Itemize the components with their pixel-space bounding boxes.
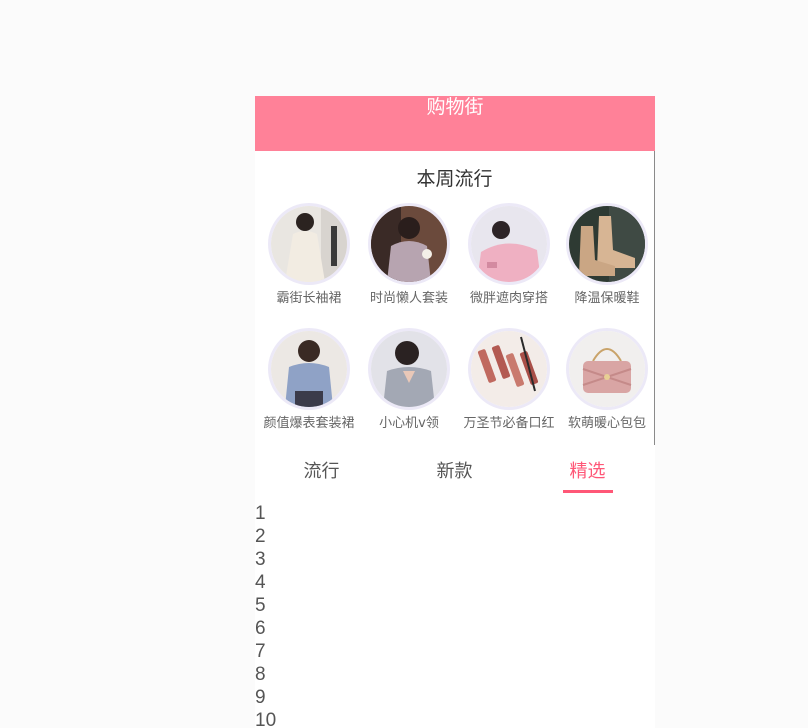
tab-active-indicator <box>563 490 613 493</box>
list-item: 4 <box>255 572 266 593</box>
list-item: 2 <box>255 526 266 547</box>
recommend-item-6[interactable]: 小心机v领 <box>359 331 459 433</box>
nav-bar: 购物街 <box>255 96 655 151</box>
dress-photo-icon <box>271 206 347 282</box>
recommend-item-4[interactable]: 降温保暖鞋 <box>557 206 655 308</box>
recommend-section: 本周流行 霸街长袖裙 时尚懒人套装 微胖遮肉穿搭 降温保暖鞋 颜值爆表套装裙 小… <box>255 151 655 445</box>
list-item: 1 <box>255 503 266 524</box>
recommend-item-2[interactable]: 时尚懒人套装 <box>359 206 459 308</box>
recommend-item-label: 小心机v领 <box>379 416 439 431</box>
recommend-item-label: 软萌暖心包包 <box>567 416 646 431</box>
outfit-photo-icon <box>371 206 447 282</box>
lipstick-photo-icon <box>471 331 547 407</box>
recommend-item-label: 微胖遮肉穿搭 <box>469 291 548 306</box>
recommend-item-5[interactable]: 颜值爆表套装裙 <box>259 331 359 433</box>
recommend-item-label: 颜值爆表套装裙 <box>263 416 355 431</box>
recommend-item-label: 时尚懒人套装 <box>369 291 448 306</box>
vneck-photo-icon <box>371 331 447 407</box>
list-item: 9 <box>255 687 266 708</box>
tab-new[interactable]: 新款 <box>388 459 521 485</box>
recommend-item-7[interactable]: 万圣节必备口红 <box>459 331 559 433</box>
boots-photo-icon <box>569 206 645 282</box>
recommend-item-label: 霸街长袖裙 <box>276 291 342 306</box>
tab-selected[interactable]: 精选 <box>521 459 654 485</box>
list-item: 7 <box>255 641 266 662</box>
nav-title: 购物街 <box>426 96 484 118</box>
content-list: 1 2 3 4 5 6 7 8 9 10 <box>255 502 276 728</box>
list-item: 5 <box>255 595 266 616</box>
handbag-photo-icon <box>569 331 645 407</box>
shirt-dress-photo-icon <box>271 331 347 407</box>
recommend-item-label: 万圣节必备口红 <box>463 416 555 431</box>
list-item: 10 <box>255 710 277 728</box>
tab-control: 流行 新款 精选 <box>255 445 655 505</box>
list-item: 8 <box>255 664 266 685</box>
list-item: 3 <box>255 549 266 570</box>
recommend-title: 本周流行 <box>416 168 493 190</box>
phone-frame: 购物街 本周流行 霸街长袖裙 时尚懒人套装 微胖遮肉穿搭 降温保暖鞋 颜值爆表套… <box>255 96 655 728</box>
list-item: 6 <box>255 618 266 639</box>
sweater-photo-icon <box>471 206 547 282</box>
recommend-item-8[interactable]: 软萌暖心包包 <box>557 331 655 433</box>
recommend-item-1[interactable]: 霸街长袖裙 <box>259 206 359 308</box>
tab-popular[interactable]: 流行 <box>255 459 388 485</box>
recommend-item-3[interactable]: 微胖遮肉穿搭 <box>459 206 559 308</box>
recommend-item-label: 降温保暖鞋 <box>574 291 640 306</box>
